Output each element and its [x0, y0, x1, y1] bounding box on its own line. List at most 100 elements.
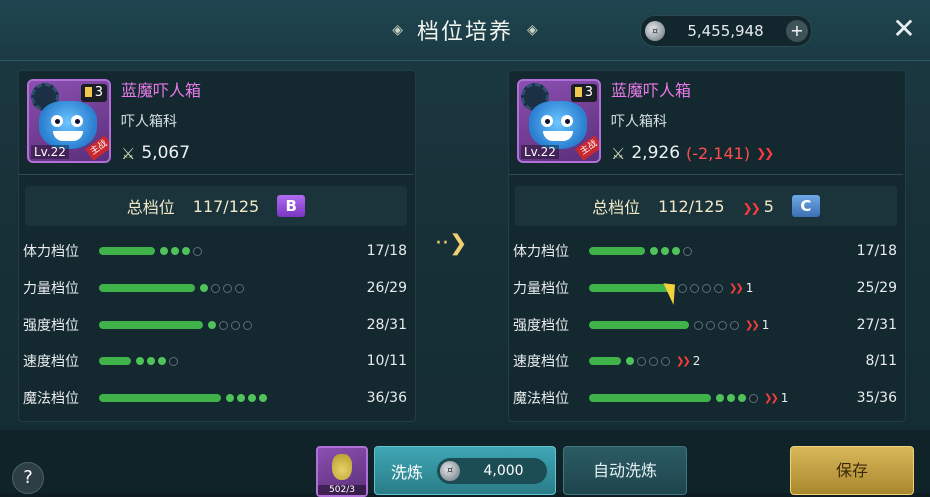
stat-value: 27/31 [856, 317, 897, 333]
stat-label: 魔法档位 [513, 391, 569, 407]
stat-bar [589, 247, 645, 255]
page-title: 档位培养 [416, 20, 513, 45]
stat-value: 8/11 [865, 353, 897, 369]
pet-family: 吓人箱科 [611, 114, 667, 130]
stat-row-magic: 魔法档位 36/36 [23, 386, 409, 410]
stat-bar [589, 357, 621, 365]
grade-badge: C [791, 195, 820, 217]
header-bar: ◈ 档位培养 ◈ ¤ 5,455,948 + ✕ [0, 0, 930, 61]
help-button[interactable]: ? [12, 462, 44, 494]
wash-button[interactable]: 洗炼 ¤ 4,000 [374, 446, 556, 495]
ornament-left-icon: ◈ [392, 22, 403, 38]
stat-row-speed: 速度档位 ❯❯ 2 8/11 [513, 349, 899, 373]
ornament-right-icon: ◈ [527, 22, 538, 38]
grade-badge: B [277, 195, 306, 217]
decrease-chevron-icon: ❯❯ [742, 200, 761, 215]
stat-dots [626, 356, 670, 366]
monster-portrait [529, 101, 587, 149]
decrease-chevron-icon: ❯❯ [676, 355, 691, 367]
pet-name: 蓝魔吓人箱 [611, 81, 692, 100]
add-currency-button[interactable]: + [786, 20, 808, 42]
stat-row-stamina: 体力档位 17/18 [23, 239, 409, 263]
preview-stats-panel: 3 Lv.22 主战 蓝魔吓人箱 吓人箱科 ⚔ 2,926 (-2,141) ❯… [508, 70, 906, 422]
power-display: ⚔ 5,067 [121, 143, 190, 163]
stat-dots [678, 283, 723, 293]
currency-display: ¤ 5,455,948 + [640, 15, 812, 47]
pet-family: 吓人箱科 [121, 114, 177, 130]
wash-label: 洗炼 [391, 462, 424, 482]
decrease-chevron-icon: ❯❯ [729, 282, 744, 294]
stat-bar [99, 357, 131, 365]
stat-dots [208, 320, 252, 330]
crossed-swords-icon: ⚔ [121, 143, 136, 163]
stat-drop: 2 [692, 354, 701, 368]
stat-label: 力量档位 [513, 281, 569, 297]
stat-row-toughness: 强度档位 ❯❯ 1 27/31 [513, 313, 899, 337]
stat-value: 26/29 [366, 280, 407, 296]
pet-level: Lv.22 [31, 145, 69, 159]
total-grade-label: 总档位 [126, 198, 175, 217]
potion-icon [332, 454, 352, 480]
stat-value: 35/36 [856, 390, 897, 406]
total-grade-row: 总档位 117/125 B [25, 186, 407, 226]
stat-row-toughness: 强度档位 28/31 [23, 313, 409, 337]
stat-dots [160, 246, 202, 256]
total-grade-row: 总档位 112/125 ❯❯ 5 C [515, 186, 897, 226]
close-button[interactable]: ✕ [889, 14, 919, 44]
stat-row-stamina: 体力档位 17/18 [513, 239, 899, 263]
silver-coin-icon: ¤ [440, 460, 461, 481]
eye-icon [71, 115, 83, 127]
stat-dots [716, 393, 758, 403]
power-display: ⚔ 2,926 (-2,141) ❯❯ [611, 143, 774, 163]
stat-value: 17/18 [366, 243, 407, 259]
stat-label: 体力档位 [23, 244, 79, 260]
stat-row-strength: 力量档位 26/29 [23, 276, 409, 300]
decrease-chevron-icon: ❯❯ [745, 319, 760, 331]
stat-dots [650, 246, 692, 256]
stat-row-speed: 速度档位 10/11 [23, 349, 409, 373]
auto-wash-button[interactable]: 自动洗炼 [563, 446, 687, 495]
stat-dots [694, 320, 739, 330]
star-grade-badge: 3 [570, 84, 597, 102]
stat-bar [589, 284, 673, 292]
pet-name: 蓝魔吓人箱 [121, 81, 202, 100]
power-value: 2,926 [631, 143, 681, 163]
power-diff: (-2,141) [686, 143, 751, 163]
stat-dots [136, 356, 178, 366]
decrease-chevron-icon: ❯❯ [764, 392, 779, 404]
stat-bar [99, 247, 155, 255]
stat-bar [99, 321, 203, 329]
total-drop-value: 5 [763, 196, 774, 216]
crossed-swords-icon: ⚔ [611, 143, 626, 163]
save-button[interactable]: 保存 [790, 446, 914, 495]
power-value: 5,067 [141, 143, 191, 163]
total-drop: ❯❯ 5 [743, 197, 774, 216]
total-grade-value: 117/125 [192, 196, 260, 216]
stat-bar [589, 394, 711, 402]
stat-value: 25/29 [856, 280, 897, 296]
stat-bar [589, 321, 689, 329]
eye-icon [541, 115, 553, 127]
ticket-icon [574, 87, 582, 97]
stat-label: 速度档位 [513, 354, 569, 370]
wash-potion-item[interactable]: 502/3 [316, 446, 368, 497]
pet-avatar[interactable]: 3 Lv.22 主战 [517, 79, 601, 163]
stat-drop: 1 [761, 318, 770, 332]
eye-icon [561, 115, 573, 127]
current-stats-panel: 3 Lv.22 主战 蓝魔吓人箱 吓人箱科 ⚔ 5,067 总档位 117/12… [18, 70, 416, 422]
stat-drop: 1 [780, 391, 789, 405]
eye-icon [51, 115, 63, 127]
stat-value: 28/31 [366, 317, 407, 333]
star-grade-value: 3 [584, 85, 593, 100]
stat-dots [200, 283, 244, 293]
stat-bar [99, 284, 195, 292]
transfer-arrow-icon: ··❯ [435, 230, 468, 256]
stat-dots [226, 394, 267, 402]
mouth-icon [53, 131, 83, 141]
stat-label: 强度档位 [513, 318, 569, 334]
stat-label: 强度档位 [23, 318, 79, 334]
stat-label: 魔法档位 [23, 391, 79, 407]
silver-coin-icon: ¤ [645, 21, 665, 41]
wash-cost-value: 4,000 [483, 462, 524, 479]
pet-avatar[interactable]: 3 Lv.22 主战 [27, 79, 111, 163]
